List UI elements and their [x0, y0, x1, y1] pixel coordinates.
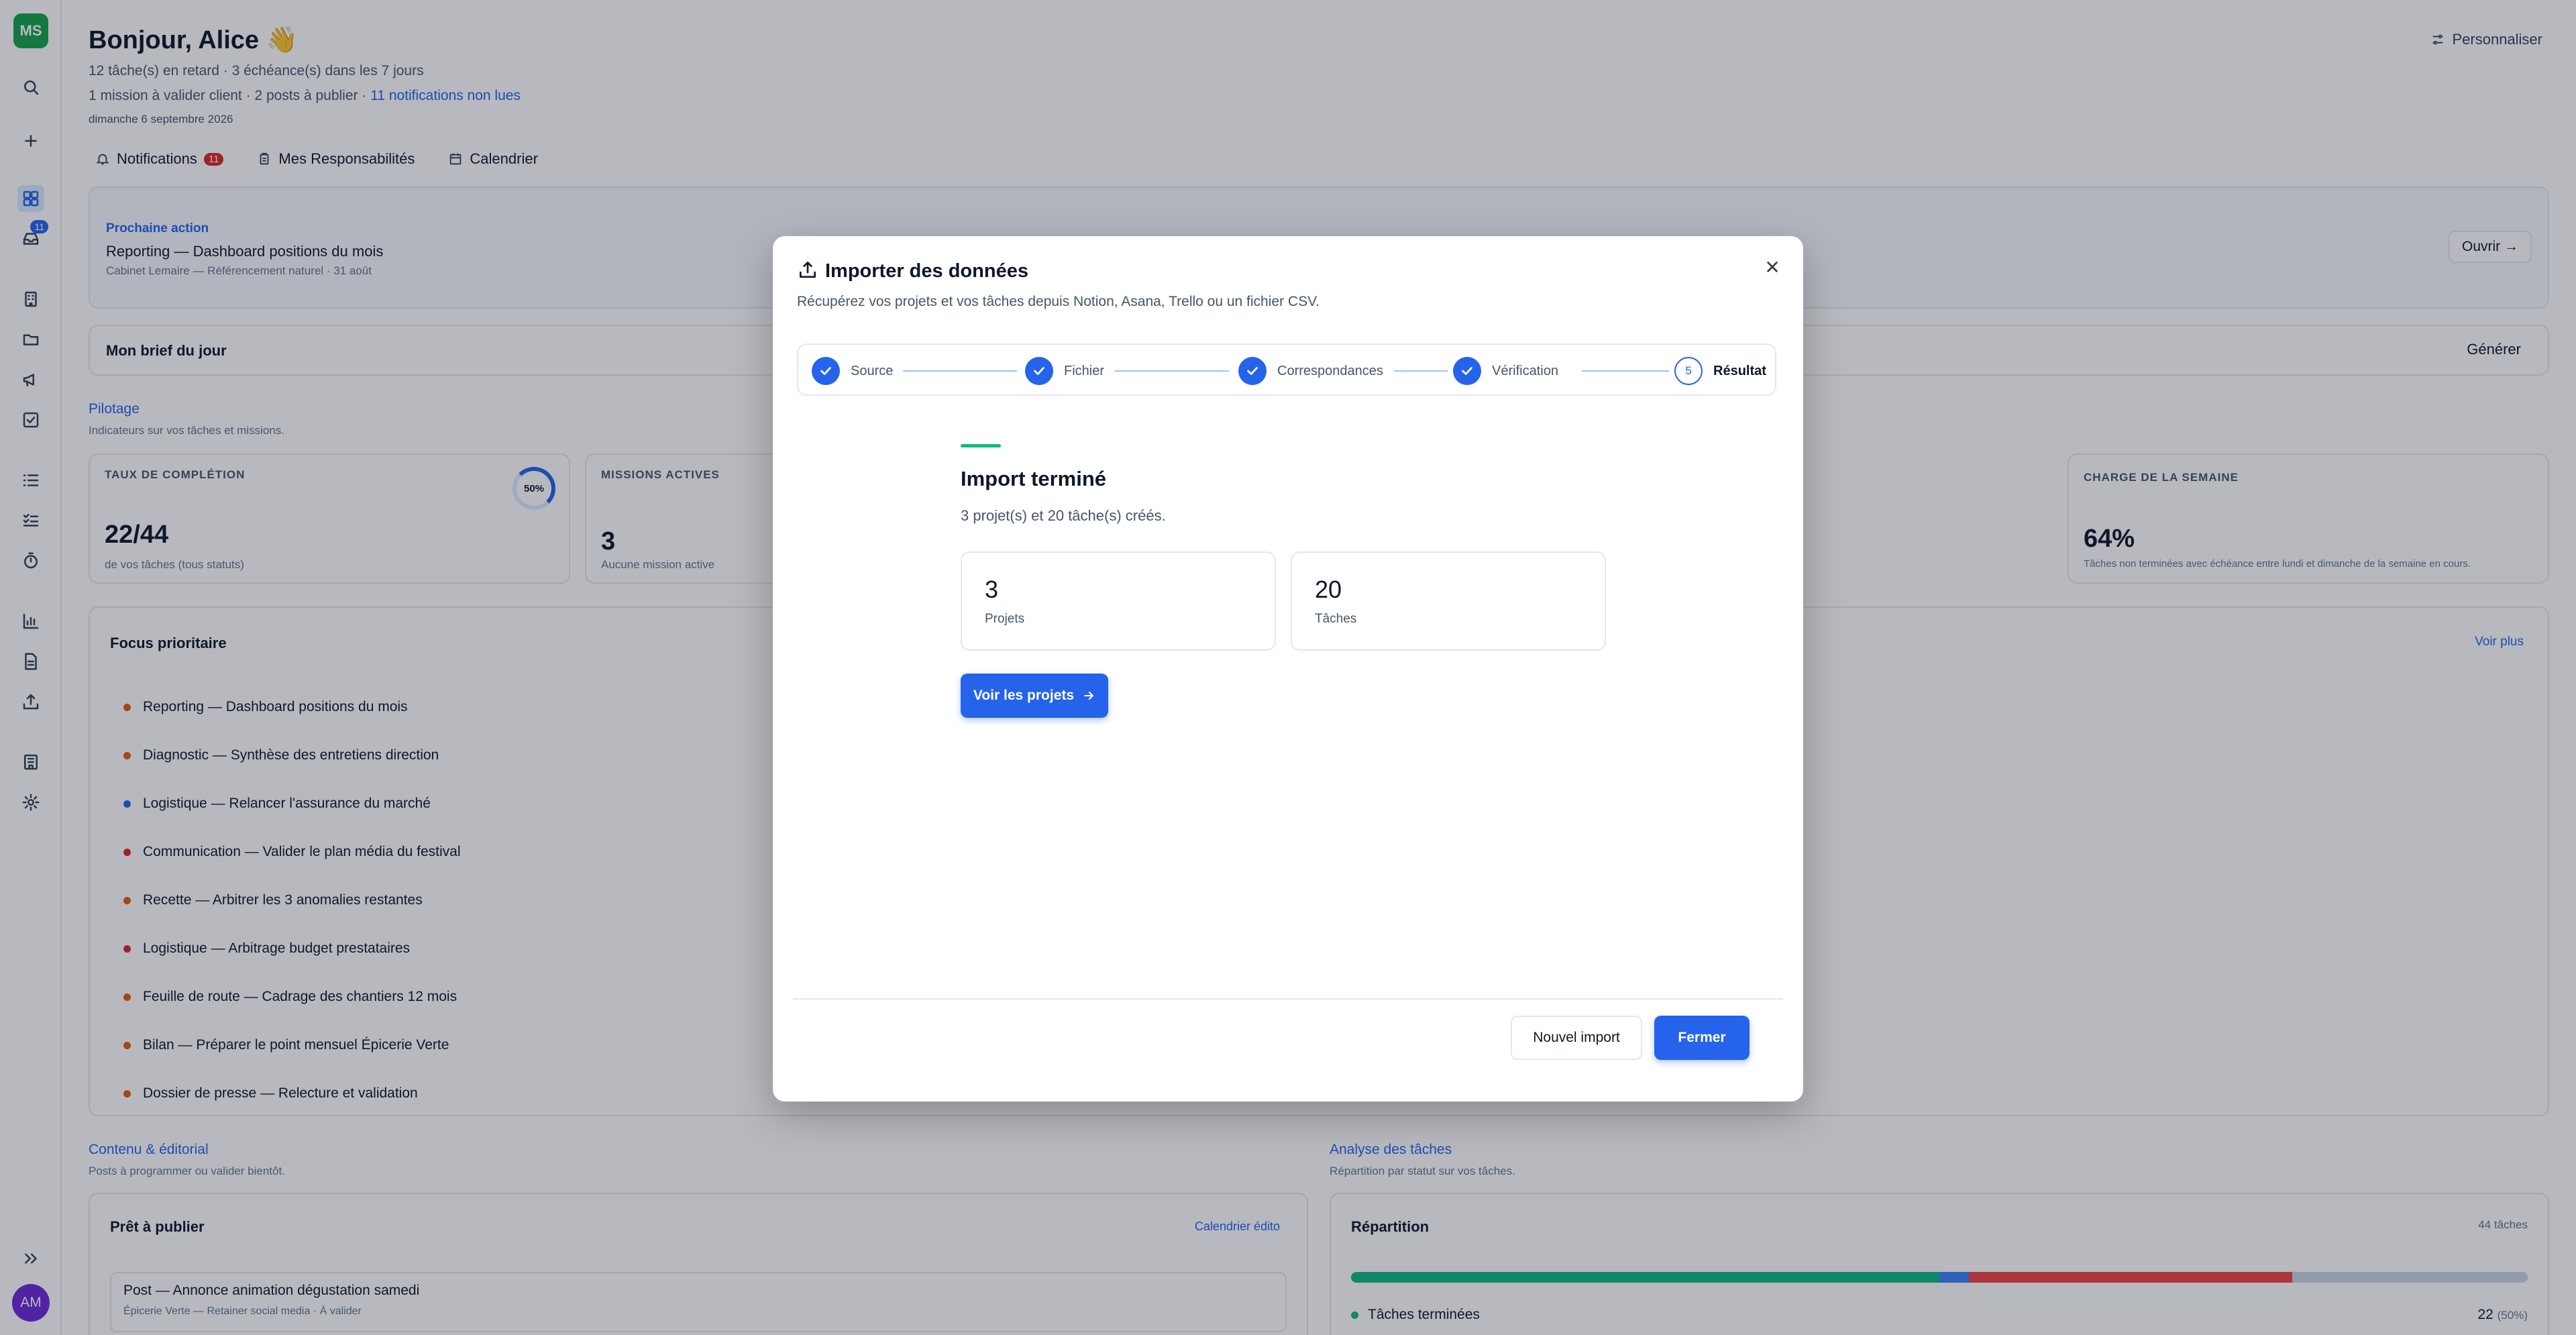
- close-icon[interactable]: ✕: [1760, 255, 1784, 279]
- result-title: Import terminé: [961, 467, 1107, 490]
- step-label: Fichier: [1064, 363, 1105, 378]
- step-connector: [903, 370, 1017, 372]
- check-icon: [1453, 357, 1481, 385]
- check-icon: [1238, 357, 1267, 385]
- stat-value: 3: [985, 576, 999, 603]
- close-button[interactable]: Fermer: [1654, 1016, 1750, 1060]
- modal-footer-divider: [793, 998, 1783, 1000]
- step-source[interactable]: Source: [812, 357, 893, 385]
- stat-projects: 3 Projets: [961, 551, 1276, 651]
- step-file[interactable]: Fichier: [1025, 357, 1104, 385]
- success-accent: [961, 444, 1001, 447]
- stat-label: Tâches: [1315, 612, 1357, 626]
- import-stepper: Source Fichier Correspondances Vérificat…: [797, 343, 1776, 396]
- step-result[interactable]: 5 Résultat: [1674, 357, 1766, 385]
- step-number: 5: [1674, 357, 1703, 385]
- check-icon: [812, 357, 840, 385]
- step-label: Vérification: [1492, 363, 1558, 378]
- step-label: Correspondances: [1277, 363, 1383, 378]
- step-verification[interactable]: Vérification: [1453, 357, 1558, 385]
- modal-description: Récupérez vos projets et vos tâches depu…: [797, 294, 1320, 309]
- stat-value: 20: [1315, 576, 1342, 603]
- view-projects-button[interactable]: Voir les projets: [961, 674, 1108, 718]
- check-icon: [1025, 357, 1053, 385]
- close-label: Fermer: [1678, 1030, 1726, 1045]
- step-label: Résultat: [1713, 363, 1766, 378]
- result-summary: 3 projet(s) et 20 tâche(s) créés.: [961, 507, 1166, 524]
- step-mapping[interactable]: Correspondances: [1238, 357, 1383, 385]
- step-connector: [1394, 370, 1448, 372]
- stat-label: Projets: [985, 612, 1025, 626]
- arrow-right-icon: [1084, 691, 1093, 700]
- upload-icon: [800, 262, 816, 278]
- step-label: Source: [851, 363, 894, 378]
- step-connector: [1115, 370, 1229, 372]
- stat-tasks: 20 Tâches: [1291, 551, 1606, 651]
- step-connector: [1582, 370, 1669, 372]
- view-projects-label: Voir les projets: [973, 688, 1075, 703]
- import-modal: Importer des données ✕ Récupérez vos pro…: [773, 236, 1803, 1102]
- new-import-button[interactable]: Nouvel import: [1511, 1016, 1642, 1060]
- modal-title: Importer des données: [825, 260, 1028, 282]
